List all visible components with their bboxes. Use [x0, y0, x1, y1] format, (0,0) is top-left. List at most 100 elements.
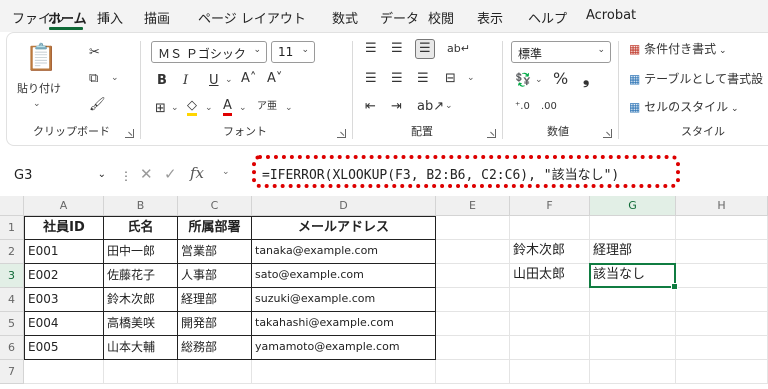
tab-7[interactable]: 校閲 — [428, 8, 454, 27]
paste-button-label[interactable]: 貼り付け — [17, 81, 61, 97]
tab-5[interactable]: 数式 — [332, 8, 358, 27]
cell-H6[interactable] — [676, 336, 768, 360]
cell-G1[interactable] — [590, 216, 676, 240]
font-color-button[interactable]: A — [223, 99, 232, 116]
expand-formula-icon[interactable]: ⌄ — [222, 167, 230, 177]
merge-center-icon[interactable]: ⊟ — [445, 71, 456, 87]
cell-F1[interactable] — [510, 216, 590, 240]
row-header-5[interactable]: 5 — [0, 312, 24, 336]
row-header-3[interactable]: 3 — [0, 264, 24, 288]
clipboard-launcher-icon[interactable] — [125, 129, 134, 138]
cell-E4[interactable] — [436, 288, 510, 312]
percent-button[interactable]: % — [553, 71, 568, 87]
table-cell[interactable]: E002 — [24, 264, 104, 288]
row-header-4[interactable]: 4 — [0, 288, 24, 312]
tab-1[interactable]: ホーム — [48, 8, 87, 27]
fill-color-icon[interactable]: ◇ — [187, 99, 197, 116]
row-header-7[interactable]: 7 — [0, 360, 24, 384]
number-format-select[interactable]: 標準 ⌄ — [511, 41, 611, 63]
table-header-cell[interactable]: 氏名 — [104, 216, 178, 240]
cell-G5[interactable] — [590, 312, 676, 336]
table-cell[interactable]: sato@example.com — [252, 264, 436, 288]
table-cell[interactable]: 開発部 — [178, 312, 252, 336]
tab-6[interactable]: データ — [380, 8, 419, 27]
grow-font-button[interactable]: A˄ — [241, 71, 256, 87]
decrease-indent-icon[interactable]: ⇤ — [365, 99, 376, 115]
row-header-6[interactable]: 6 — [0, 336, 24, 360]
phonetic-dropdown-icon[interactable]: ⌄ — [285, 103, 293, 113]
tab-8[interactable]: 表示 — [477, 8, 503, 27]
orientation-dropdown-icon[interactable]: ⌄ — [445, 101, 453, 111]
cell-H1[interactable] — [676, 216, 768, 240]
cell-G7[interactable] — [590, 360, 676, 384]
table-cell[interactable]: E001 — [24, 240, 104, 264]
cell-F7[interactable] — [510, 360, 590, 384]
fill-color-dropdown-icon[interactable]: ⌄ — [205, 103, 213, 113]
increase-decimal-icon[interactable]: ⁺.0 — [515, 99, 530, 115]
tab-10[interactable]: Acrobat — [586, 8, 636, 23]
lookup-name-cell[interactable]: 鈴木次郎 — [510, 240, 590, 264]
shrink-font-button[interactable]: A˅ — [267, 71, 282, 87]
accounting-format-icon[interactable]: 💱 — [515, 73, 531, 89]
table-cell[interactable]: 高橋美咲 — [104, 312, 178, 336]
column-header-C[interactable]: C — [178, 196, 252, 216]
comma-button[interactable]: ❟ — [583, 71, 589, 87]
table-cell[interactable]: 経理部 — [178, 288, 252, 312]
bold-button[interactable]: B — [157, 73, 167, 89]
cell-E2[interactable] — [436, 240, 510, 264]
orientation-icon[interactable]: ab↗ — [417, 99, 444, 115]
cell-H7[interactable] — [676, 360, 768, 384]
cut-icon[interactable]: ✂ — [89, 45, 100, 61]
cell-styles-button[interactable]: ▦ セルのスタイル ⌄ — [629, 99, 739, 117]
paste-dropdown-icon[interactable]: ⌄ — [33, 99, 41, 109]
align-left-icon[interactable]: ☰ — [365, 71, 377, 87]
cell-F4[interactable] — [510, 288, 590, 312]
table-cell[interactable]: 営業部 — [178, 240, 252, 264]
paste-icon[interactable]: 📋 — [25, 43, 57, 73]
table-cell[interactable]: E004 — [24, 312, 104, 336]
column-header-B[interactable]: B — [104, 196, 178, 216]
copy-icon[interactable]: ⧉ — [89, 71, 98, 87]
italic-button[interactable]: I — [183, 73, 188, 89]
lookup-result-cell[interactable]: 経理部 — [590, 240, 676, 264]
wrap-text-icon[interactable]: ab↵ — [447, 41, 470, 57]
cell-H2[interactable] — [676, 240, 768, 264]
table-cell[interactable]: 田中一郎 — [104, 240, 178, 264]
cell-G4[interactable] — [590, 288, 676, 312]
table-cell[interactable]: 佐藤花子 — [104, 264, 178, 288]
align-middle-icon[interactable]: ☰ — [391, 41, 403, 57]
name-box[interactable]: G3 ⌄ — [6, 163, 114, 189]
cell-H5[interactable] — [676, 312, 768, 336]
cell-E5[interactable] — [436, 312, 510, 336]
formula-input[interactable]: =IFERROR(XLOOKUP(F3, B2:B6, C2:C6), "該当な… — [252, 155, 680, 188]
row-header-2[interactable]: 2 — [0, 240, 24, 264]
borders-icon[interactable]: ⊞ — [155, 101, 166, 117]
cell-C7[interactable] — [178, 360, 252, 384]
column-header-G[interactable]: G — [590, 196, 676, 216]
cell-E1[interactable] — [436, 216, 510, 240]
column-header-A[interactable]: A — [24, 196, 104, 216]
phonetic-guide-icon[interactable]: ア亜 — [257, 99, 277, 115]
table-cell[interactable]: tanaka@example.com — [252, 240, 436, 264]
underline-dropdown-icon[interactable]: ⌄ — [225, 75, 233, 85]
borders-dropdown-icon[interactable]: ⌄ — [171, 103, 179, 113]
cell-G6[interactable] — [590, 336, 676, 360]
cell-E7[interactable] — [436, 360, 510, 384]
align-bottom-icon[interactable]: ☰ — [415, 39, 435, 59]
table-cell[interactable]: 山本大輔 — [104, 336, 178, 360]
cell-D7[interactable] — [252, 360, 436, 384]
insert-function-button[interactable]: fx — [190, 164, 204, 182]
table-cell[interactable]: E005 — [24, 336, 104, 360]
cell-F5[interactable] — [510, 312, 590, 336]
column-header-E[interactable]: E — [436, 196, 510, 216]
cell-H3[interactable] — [676, 264, 768, 288]
table-header-cell[interactable]: 所属部署 — [178, 216, 252, 240]
format-painter-icon[interactable]: 🖌 — [89, 97, 106, 113]
table-cell[interactable]: 総務部 — [178, 336, 252, 360]
column-header-F[interactable]: F — [510, 196, 590, 216]
tab-2[interactable]: 挿入 — [97, 8, 123, 27]
font-color-dropdown-icon[interactable]: ⌄ — [239, 103, 247, 113]
format-as-table-button[interactable]: ▦ テーブルとして書式設 — [629, 71, 763, 87]
increase-indent-icon[interactable]: ⇥ — [391, 99, 402, 115]
table-cell[interactable]: E003 — [24, 288, 104, 312]
